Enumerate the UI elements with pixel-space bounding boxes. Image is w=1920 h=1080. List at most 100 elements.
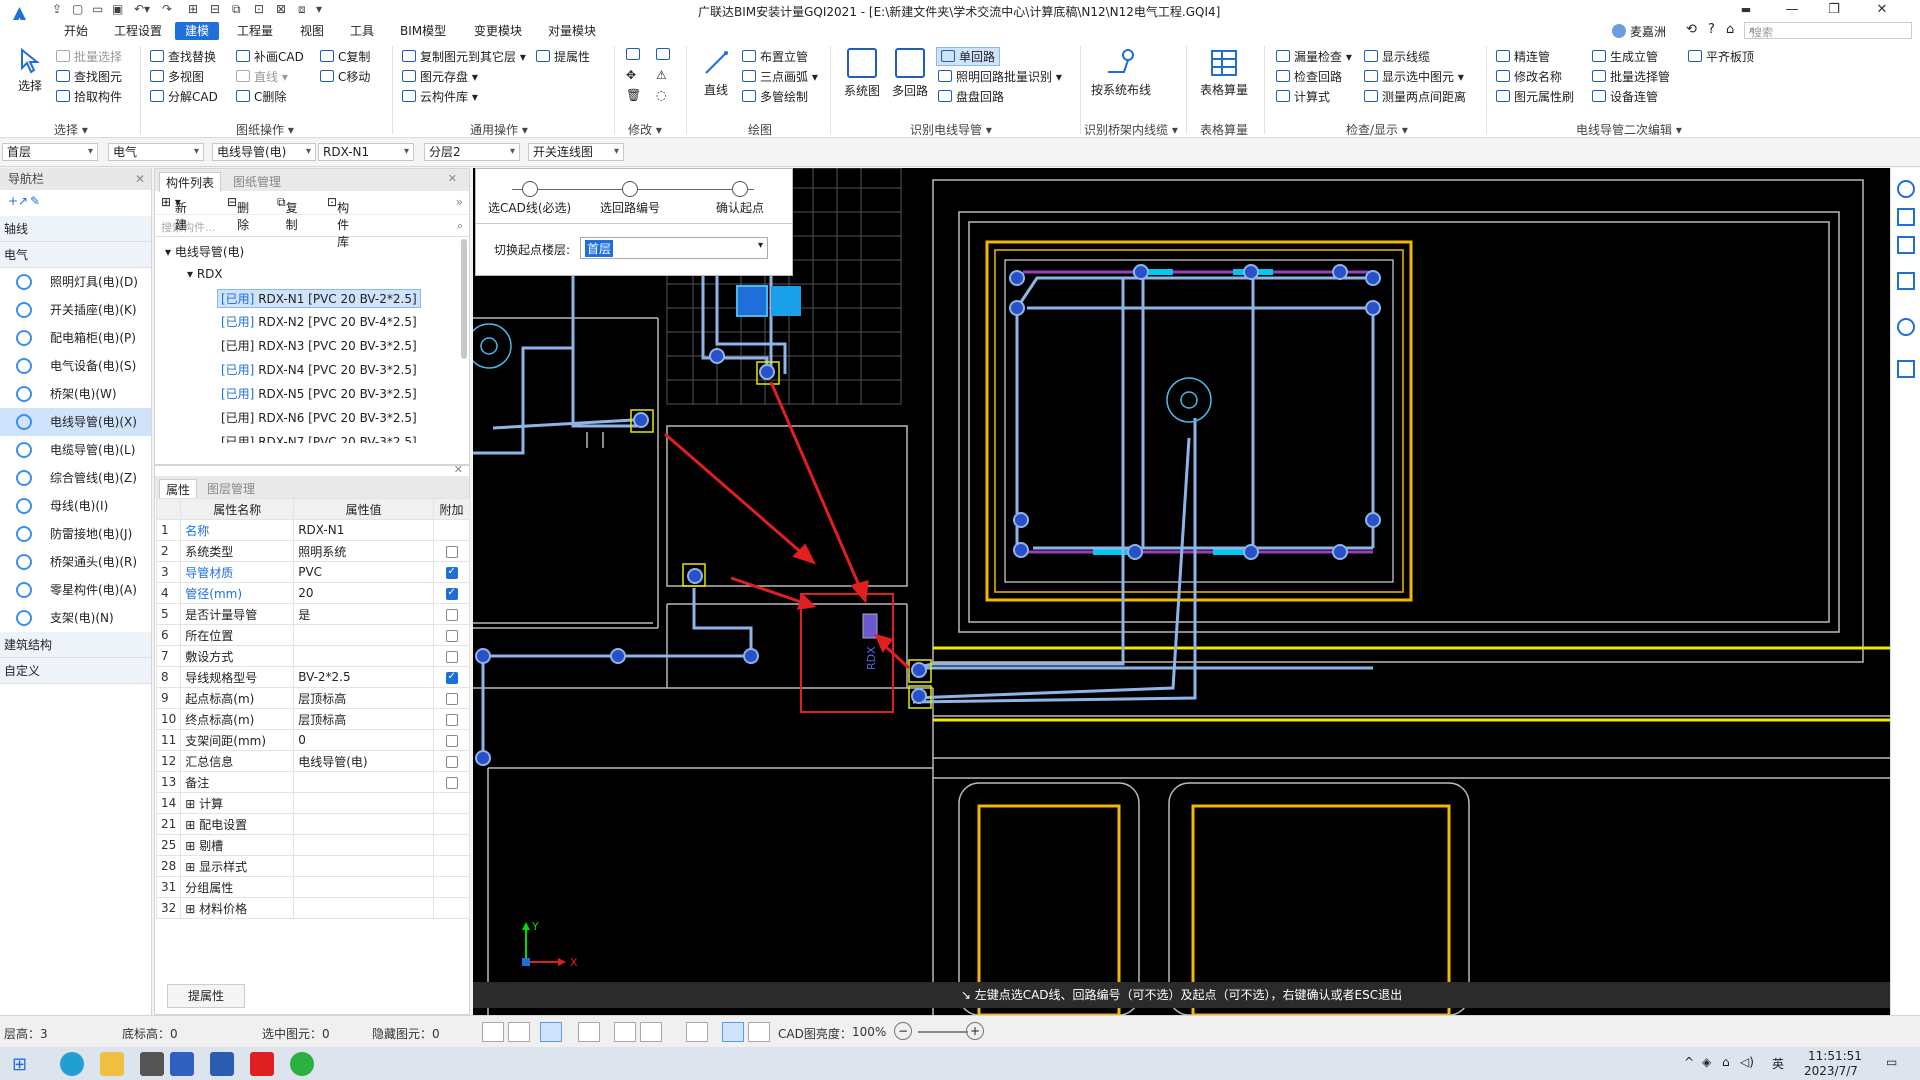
save-icon[interactable]: ▣ (112, 2, 123, 16)
drawing-canvas[interactable]: RDX (473, 168, 1890, 1015)
extra-checkbox[interactable] (445, 755, 458, 768)
tree-item-rdx-n3[interactable]: [已用] RDX-N3 [PVC 20 BV-3*2.5] (221, 337, 417, 354)
fill-cad-button[interactable]: 补画CAD (236, 48, 304, 65)
property-row[interactable]: 5 是否计量导管是 (155, 603, 470, 625)
tab-layer-management[interactable]: 图层管理 (201, 479, 261, 498)
property-row[interactable]: 9 起点标高(m) 层顶标高 (155, 687, 470, 709)
tree-item-rdx-n5[interactable]: [已用] RDX-N5 [PVC 20 BV-3*2.5] (221, 385, 417, 402)
nav-item-busbar[interactable]: 母线(电)(I) (0, 492, 151, 520)
support-icon[interactable]: ⟲ (1686, 22, 1697, 37)
property-value[interactable]: 20 (293, 582, 434, 604)
copy-to-other-floor-button[interactable]: 复制图元到其它层 ▾ (402, 48, 526, 65)
wechat-icon[interactable] (290, 1052, 314, 1076)
extract-attributes-button[interactable]: 提属性 (167, 984, 245, 1008)
list-icon[interactable] (1897, 360, 1915, 378)
add-icon[interactable]: +↗ (8, 194, 28, 208)
scrollbar[interactable] (461, 239, 467, 359)
cube-icon[interactable] (1897, 272, 1915, 290)
property-row[interactable]: 6 所在位置 (155, 624, 470, 646)
close-button[interactable]: ✕ (1864, 0, 1900, 20)
undo-icon[interactable]: ↶▾ (134, 2, 150, 16)
c-copy-button[interactable]: C复制 (320, 48, 370, 65)
property-row[interactable]: 25 ⊞ 剔槽 (155, 834, 470, 856)
extract-attr-button[interactable]: 提属性 (536, 48, 590, 65)
pick-component-button[interactable]: 拾取构件 (56, 88, 122, 105)
wizard-step-2[interactable]: 选回路编号 (600, 181, 660, 216)
tree-item-rdx-n2[interactable]: [已用] RDX-N2 [PVC 20 BV-4*2.5] (221, 313, 417, 330)
component-search-input[interactable]: 搜索构件... ⌕ (155, 215, 469, 237)
rdx-target-box[interactable]: RDX (800, 593, 894, 713)
nav-item-support[interactable]: 支架(电)(N) (0, 604, 151, 632)
layer-select[interactable]: 分层2 (424, 143, 520, 161)
tab-project-settings[interactable]: 工程设置 (114, 22, 162, 40)
flush-ceiling-button[interactable]: 平齐板顶 (1688, 48, 1754, 65)
property-value[interactable] (293, 792, 434, 814)
snap-grid-button[interactable] (482, 1022, 504, 1042)
property-value[interactable] (293, 876, 434, 898)
device-connect-button[interactable]: 设备连管 (1592, 88, 1658, 105)
property-row[interactable]: 10 终点标高(m) 层顶标高 (155, 708, 470, 730)
property-value[interactable] (293, 855, 434, 877)
gen-riser-button[interactable]: 生成立管 (1592, 48, 1658, 65)
windows-start-icon[interactable]: ⊞ (12, 1054, 27, 1075)
c-delete-button[interactable]: C删除 (236, 88, 286, 105)
snap-button[interactable] (722, 1022, 744, 1042)
element-store-button[interactable]: 图元存盘 ▾ (402, 68, 478, 85)
nav-category-structure[interactable]: 建筑结构 (0, 632, 151, 658)
nav-item-tray[interactable]: 桥架(电)(W) (0, 380, 151, 408)
property-row[interactable]: 8 导线规格型号 BV-2*2.5 (155, 666, 470, 688)
extra-checkbox[interactable] (445, 734, 458, 747)
tab-change-module[interactable]: 变更模块 (474, 22, 522, 40)
extra-checkbox[interactable] (445, 545, 458, 558)
search-box[interactable]: ⌕ 搜索 (1744, 22, 1912, 39)
wps-icon[interactable] (250, 1052, 274, 1076)
modify-move-icon[interactable]: ✥ (626, 68, 636, 82)
clock-time[interactable]: 11:51:51 (1808, 1049, 1862, 1063)
tab-drawing-management[interactable]: 图纸管理 (227, 172, 287, 191)
property-value[interactable] (293, 834, 434, 856)
quick-tool-icon[interactable]: ⧈ (298, 2, 306, 17)
nav-item-lightning-grounding[interactable]: 防雷接地(电)(J) (0, 520, 151, 548)
cad-drawing[interactable]: RDX (473, 168, 1890, 1015)
close-icon[interactable]: ✕ (135, 168, 145, 190)
batch-select-pipe-button[interactable]: 批量选择管 (1592, 68, 1670, 85)
property-row[interactable]: 31 分组属性 (155, 876, 470, 898)
tab-reconcile-module[interactable]: 对量模块 (548, 22, 596, 40)
table-calc-button[interactable]: 表格算量 (1196, 48, 1252, 98)
select-button[interactable]: 选择 (12, 47, 48, 94)
component-type-select[interactable]: 电线导管(电) (212, 143, 316, 161)
tab-view[interactable]: 视图 (300, 22, 324, 40)
property-row[interactable]: 2 系统类型 照明系统 (155, 540, 470, 562)
property-value[interactable] (293, 771, 434, 793)
show-selected-button[interactable]: 显示选中图元 ▾ (1364, 68, 1464, 85)
network-icon[interactable]: ⌂ (1722, 1055, 1730, 1069)
property-row[interactable]: 7 敷设方式 (155, 645, 470, 667)
tree-root[interactable]: ▾ 电线导管(电) (165, 243, 244, 260)
close-icon[interactable]: ✕ (454, 463, 463, 476)
property-row[interactable]: 28 ⊞ 显示样式 (155, 855, 470, 877)
property-row[interactable]: 13 备注 (155, 771, 470, 793)
batch-select-button[interactable]: 批量选择 (56, 48, 122, 65)
nav-item-cable-conduit[interactable]: 电缆导管(电)(L) (0, 436, 151, 464)
calc-formula-button[interactable]: 计算式 (1276, 88, 1330, 105)
property-row[interactable]: 21 ⊞ 配电设置 (155, 813, 470, 835)
property-value[interactable]: 层顶标高 (293, 708, 434, 730)
property-row[interactable]: 11 支架间距(mm) 0 (155, 729, 470, 751)
zoom-in-icon[interactable]: + (966, 1022, 984, 1040)
nav-category-axis[interactable]: 轴线 (0, 216, 151, 242)
brightness-slider[interactable] (918, 1031, 968, 1033)
element-brush-button[interactable]: 图元属性刷 (1496, 88, 1574, 105)
file-explorer-icon[interactable] (100, 1052, 124, 1076)
angle-button[interactable] (640, 1022, 662, 1042)
help-icon[interactable]: ? (1708, 22, 1715, 37)
app-icon[interactable] (140, 1052, 164, 1076)
restore-button[interactable]: ❐ (1816, 0, 1852, 20)
property-value[interactable]: 是 (293, 603, 434, 625)
select-mode-button[interactable] (540, 1022, 562, 1042)
start-floor-select[interactable]: 首层 ▾ (580, 237, 768, 259)
open-icon[interactable]: ⇪ (52, 2, 62, 16)
nav-item-wire-conduit[interactable]: 电线导管(电)(X) (0, 408, 151, 436)
delete-component-button[interactable]: ⊟ 删除 (227, 195, 249, 232)
folder-icon[interactable]: ▭ (92, 2, 103, 16)
multi-view-button[interactable]: 多视图 (150, 68, 204, 85)
